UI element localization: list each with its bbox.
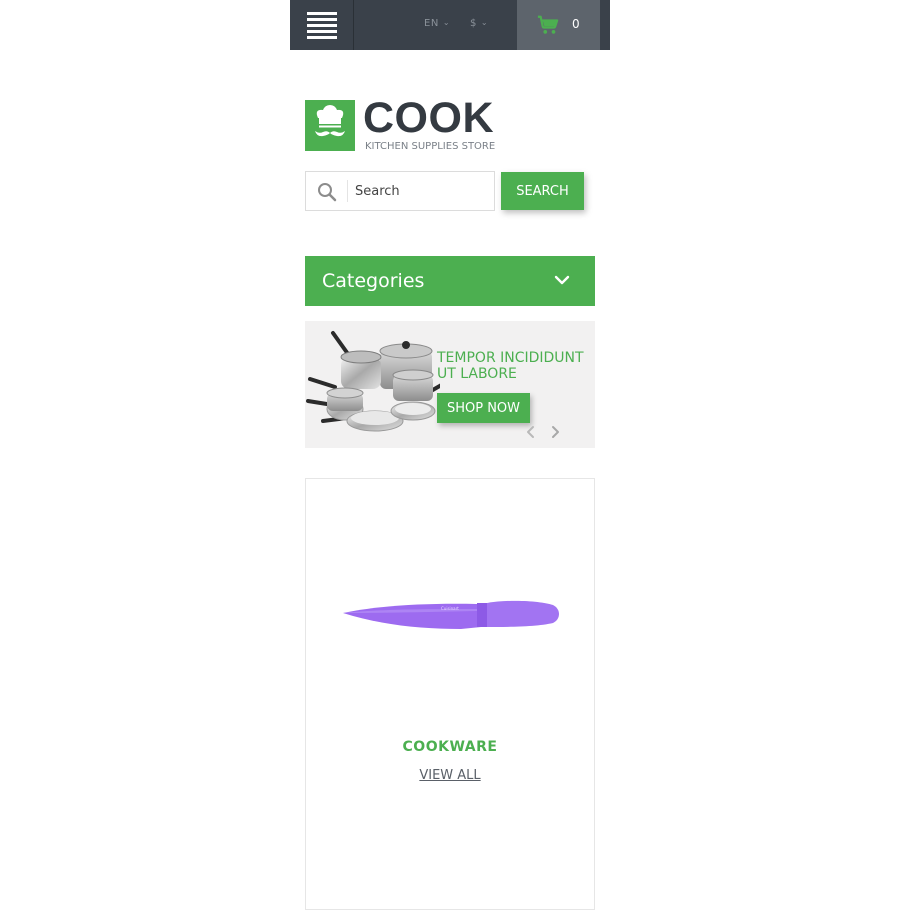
search-input[interactable] bbox=[355, 181, 487, 201]
cart-icon bbox=[537, 15, 559, 34]
chevron-down-icon bbox=[554, 275, 570, 285]
menu-icon bbox=[307, 12, 337, 42]
cart-count: 0 bbox=[572, 17, 580, 31]
categories-dropdown[interactable]: Categories bbox=[305, 256, 595, 306]
banner-headline: TEMPOR INCIDIDUNT UT LABORE bbox=[437, 350, 584, 382]
promo-banner: TEMPOR INCIDIDUNT UT LABORE SHOP NOW bbox=[305, 321, 595, 448]
search-icon bbox=[318, 183, 337, 202]
search-divider bbox=[347, 180, 348, 202]
chef-logo-icon[interactable] bbox=[305, 100, 355, 151]
language-value: EN bbox=[424, 18, 439, 29]
top-bar: EN ⌄ $ ⌄ 0 bbox=[290, 0, 610, 50]
logo-subtitle: KITCHEN SUPPLIES STORE bbox=[365, 141, 496, 152]
search-button[interactable]: SEARCH bbox=[501, 172, 584, 210]
page: EN ⌄ $ ⌄ 0 COOK KITCHEN SUPPLIES STORE S… bbox=[290, 0, 610, 910]
menu-button[interactable] bbox=[290, 0, 354, 50]
knife-image[interactable]: Cuisinart bbox=[341, 597, 561, 637]
categories-label: Categories bbox=[322, 270, 425, 292]
chevron-down-icon: ⌄ bbox=[442, 18, 451, 27]
svg-text:Cuisinart: Cuisinart bbox=[441, 606, 459, 611]
chevron-down-icon: ⌄ bbox=[480, 18, 489, 27]
category-title[interactable]: COOKWARE bbox=[306, 739, 594, 755]
currency-selector[interactable]: $ ⌄ bbox=[470, 18, 488, 29]
view-all-link[interactable]: VIEW ALL bbox=[306, 768, 594, 783]
currency-value: $ bbox=[470, 18, 477, 29]
search-box bbox=[305, 171, 495, 211]
cart-button[interactable]: 0 bbox=[517, 0, 600, 50]
arrow-left-icon[interactable] bbox=[524, 425, 538, 439]
language-selector[interactable]: EN ⌄ bbox=[424, 18, 450, 29]
category-card: Cuisinart COOKWARE VIEW ALL bbox=[305, 478, 595, 910]
logo-title[interactable]: COOK bbox=[363, 94, 494, 142]
shop-now-button[interactable]: SHOP NOW bbox=[437, 393, 530, 423]
cookware-image bbox=[306, 331, 440, 432]
arrow-right-icon[interactable] bbox=[548, 425, 562, 439]
